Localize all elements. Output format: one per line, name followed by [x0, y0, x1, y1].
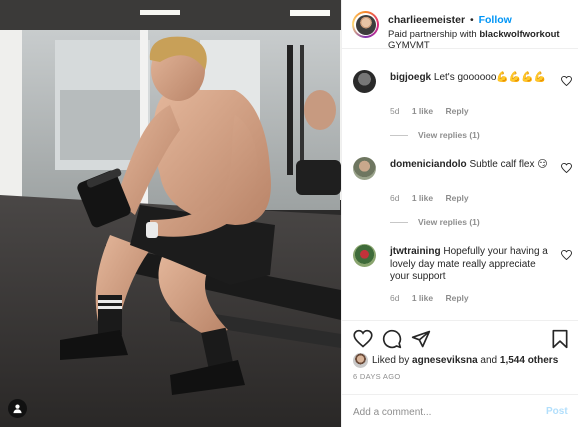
partner-link[interactable]: blackwolfworkout [479, 29, 559, 40]
post-actions: Liked by agneseviksna and 1,544 others 6… [342, 320, 578, 427]
replies-line [390, 221, 408, 223]
comment-username[interactable]: bigjoegk [390, 72, 431, 83]
comment-likes[interactable]: 1 like [412, 193, 433, 203]
comment-text: domeniciandolo Subtle calf flex 😏 [390, 159, 552, 172]
comment-like-icon[interactable] [561, 250, 572, 260]
comment-like-icon[interactable] [561, 76, 572, 86]
view-replies-button[interactable]: View replies (1) [390, 217, 480, 227]
comment-input[interactable] [353, 404, 523, 420]
comment-avatar[interactable] [353, 244, 376, 267]
comment-text: bigjoegk Let's goooooo💪💪💪💪 [390, 72, 552, 85]
author-row: charlieemeister • Follow [388, 14, 512, 26]
comment-text: jtwtraining Hopefully your having a love… [390, 246, 552, 284]
comment-icon[interactable] [382, 329, 402, 349]
reply-button[interactable]: Reply [446, 106, 469, 116]
liker-username[interactable]: agneseviksna [412, 355, 478, 366]
comment-avatar[interactable] [353, 70, 376, 93]
comment-meta: 6d 1 like Reply [390, 293, 479, 303]
author-avatar[interactable] [352, 11, 379, 38]
comment-username[interactable]: jtwtraining [390, 246, 441, 257]
comment-likes[interactable]: 1 like [412, 293, 433, 303]
reply-button[interactable]: Reply [446, 193, 469, 203]
comment-body: Subtle calf flex 😏 [469, 159, 548, 170]
gym-photo-illustration [0, 0, 341, 427]
view-replies-label: View replies (1) [418, 130, 480, 140]
liker-avatar[interactable] [353, 353, 368, 368]
post-details-panel: charlieemeister • Follow Paid partnershi… [341, 0, 578, 427]
comment-username[interactable]: domeniciandolo [390, 159, 467, 170]
post-comment-button[interactable]: Post [546, 406, 568, 417]
comment-meta: 5d 1 like Reply [390, 106, 479, 116]
author-username[interactable]: charlieemeister [388, 14, 465, 26]
comment-age: 5d [390, 106, 400, 116]
comment-like-icon[interactable] [561, 163, 572, 173]
comment-age: 6d [390, 293, 400, 303]
view-replies-label: View replies (1) [418, 217, 480, 227]
comments-list[interactable]: bigjoegk Let's goooooo💪💪💪💪 5d 1 like Rep… [342, 50, 578, 320]
comment-avatar[interactable] [353, 157, 376, 180]
liked-by-label: Liked by [372, 355, 410, 366]
follow-button[interactable]: Follow [479, 14, 512, 26]
post-photo[interactable] [0, 0, 341, 427]
post-timestamp[interactable]: 6 DAYS AGO [353, 372, 400, 381]
comment-likes[interactable]: 1 like [412, 106, 433, 116]
view-replies-button[interactable]: View replies (1) [390, 130, 480, 140]
post-subheader: Paid partnership with blackwolfworkout G… [388, 29, 573, 51]
separator-dot: • [469, 14, 474, 26]
likes-others-link[interactable]: 1,544 others [500, 355, 558, 366]
share-icon[interactable] [411, 329, 431, 349]
add-comment-bar: Post [342, 394, 578, 427]
replies-line [390, 134, 408, 136]
comment-age: 6d [390, 193, 400, 203]
comment-body: Let's goooooo💪💪💪💪 [433, 72, 547, 83]
reply-button[interactable]: Reply [446, 293, 469, 303]
comment-meta: 6d 1 like Reply [390, 193, 479, 203]
post-header: charlieemeister • Follow Paid partnershi… [342, 0, 578, 51]
user-tag-icon[interactable] [8, 399, 27, 418]
partnership-label: Paid partnership with [388, 29, 477, 40]
bookmark-icon[interactable] [550, 329, 570, 349]
likes-summary[interactable]: Liked by agneseviksna and 1,544 others [353, 353, 558, 368]
likes-joiner: and [480, 355, 498, 366]
heart-icon[interactable] [353, 329, 373, 349]
